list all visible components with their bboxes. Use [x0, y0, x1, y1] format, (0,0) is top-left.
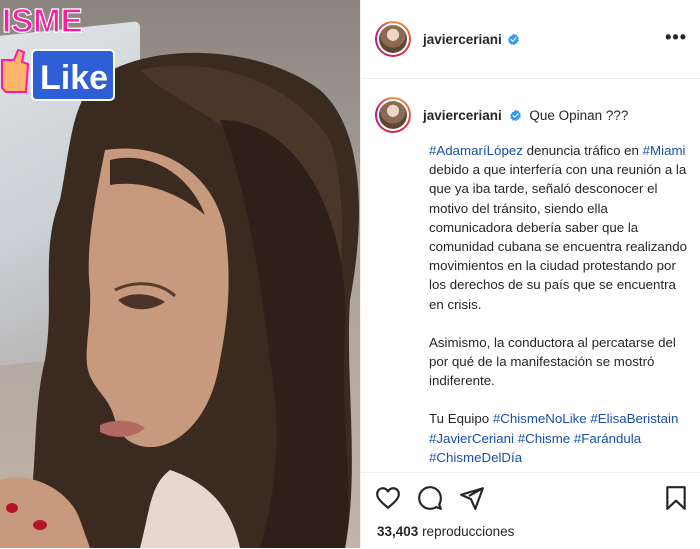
hashtag-link[interactable]: #ElisaBeristain	[590, 411, 678, 426]
post-header: javierceriani •••	[361, 0, 700, 79]
overlay-line2: Like	[40, 59, 108, 97]
bookmark-icon[interactable]	[663, 485, 689, 511]
verified-icon	[507, 33, 519, 45]
caption-headline: Que Opinan ???	[529, 108, 629, 123]
hashtag-link[interactable]: #ChismeDelDía	[429, 450, 522, 465]
caption-paragraph-1: #AdamaríLópez denuncia tráfico en #Miami…	[429, 141, 691, 314]
verified-icon	[509, 109, 521, 122]
hashtag-link[interactable]: #AdamaríLópez	[429, 143, 523, 158]
views-count: 33,403 reproducciones	[377, 524, 514, 539]
caption-header: javierceriani Que Opinan ???	[375, 97, 628, 133]
caption-text-segment: denuncia tráfico en	[522, 143, 643, 158]
avatar[interactable]	[375, 21, 411, 57]
views-number: 33,403	[377, 524, 419, 539]
views-label: reproducciones	[422, 524, 515, 539]
hashtag-link[interactable]: #Miami	[643, 143, 686, 158]
channel-logo-overlay: ISME Like	[1, 1, 115, 101]
hashtag-link[interactable]: #ChismeNoLike	[493, 411, 587, 426]
caption-headline-row: javierceriani Que Opinan ???	[423, 108, 628, 123]
caption-text-segment: Tu Equipo	[429, 411, 493, 427]
heart-icon[interactable]	[375, 485, 401, 511]
caption-paragraph-2: Asimismo, la conductora al percatarse de…	[429, 334, 676, 389]
post-sidebar: javierceriani ••• javierceriani Que Opin…	[360, 0, 700, 548]
hashtag-link[interactable]: #JavierCeriani	[429, 431, 514, 446]
hashtag-link[interactable]: #Farándula	[574, 431, 641, 446]
more-options-icon[interactable]: •••	[665, 27, 687, 48]
caption-avatar[interactable]	[375, 97, 411, 133]
caption-section: javierceriani Que Opinan ??? #AdamaríLóp…	[361, 79, 700, 471]
header-username[interactable]: javierceriani	[423, 32, 502, 47]
caption-username[interactable]: javierceriani	[423, 108, 502, 123]
caption-text: #AdamaríLópez denuncia tráfico en #Miami…	[429, 141, 691, 471]
post-actions: 33,403 reproducciones	[361, 472, 700, 549]
post-video[interactable]: ISME Like	[0, 0, 360, 548]
caption-paragraph-3: Tu Equipo #ChismeNoLike #ElisaBeristain …	[429, 409, 691, 467]
hashtag-link[interactable]: #Chisme	[518, 431, 570, 446]
overlay-line1: ISME	[2, 2, 83, 39]
share-icon[interactable]	[459, 485, 485, 511]
caption-text-segment: debido a que interfería con una reunión …	[429, 162, 687, 312]
comment-icon[interactable]	[417, 485, 443, 511]
